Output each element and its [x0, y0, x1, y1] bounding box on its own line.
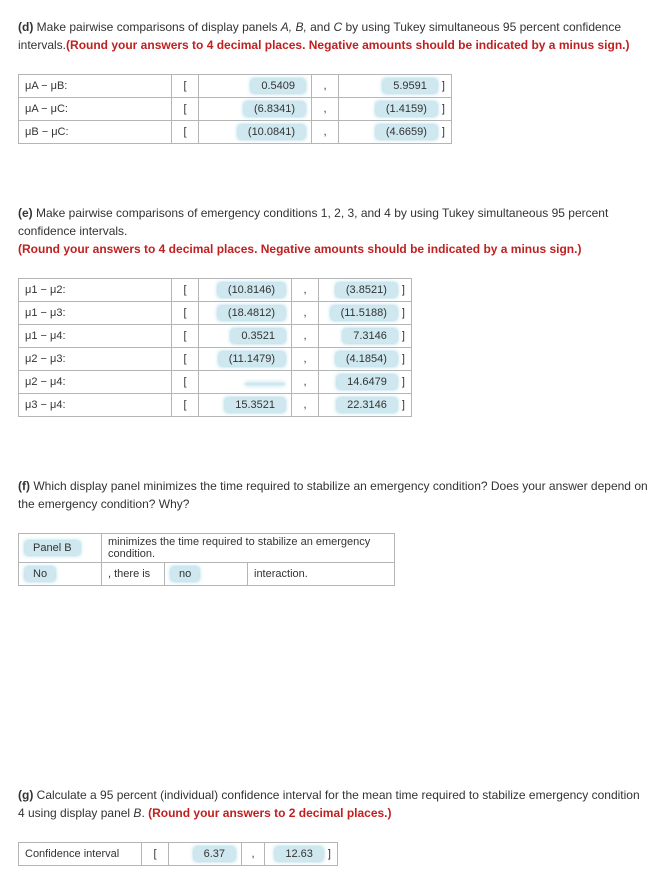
table-row: Panel B minimizes the time required to s…	[19, 534, 395, 563]
question-f-prompt: (f) Which display panel minimizes the ti…	[18, 477, 648, 513]
hi-value-cell[interactable]: (11.5188) ]	[319, 302, 412, 325]
row-label: μA − μC:	[19, 98, 172, 121]
lo-value-cell[interactable]: (10.0841)	[199, 121, 312, 144]
table-row: μA − μB: [ 0.5409 , 5.9591 ]	[19, 75, 452, 98]
interaction-select-cell[interactable]: no	[165, 563, 248, 586]
hi-value-cell[interactable]: 14.6479 ]	[319, 371, 412, 394]
part-label-f: (f)	[18, 479, 30, 493]
question-d-prompt: (d) Make pairwise comparisons of display…	[18, 18, 648, 54]
sentence-text: , there is	[102, 563, 165, 586]
open-bracket: [	[172, 371, 199, 394]
part-label-e: (e)	[18, 206, 33, 220]
open-bracket: [	[172, 279, 199, 302]
table-row: Confidence interval [ 6.37 , 12.63 ]	[19, 843, 338, 866]
part-label-g: (g)	[18, 788, 33, 802]
lo-value-cell[interactable]: 0.3521	[199, 325, 292, 348]
comma: ,	[312, 98, 339, 121]
row-label: μ1 − μ3:	[19, 302, 172, 325]
sentence-text: interaction.	[248, 563, 395, 586]
open-bracket: [	[172, 121, 199, 144]
hi-value-cell[interactable]: (3.8521) ]	[319, 279, 412, 302]
open-bracket: [	[172, 302, 199, 325]
comma: ,	[292, 279, 319, 302]
table-row: μ3 − μ4: [ 15.3521 , 22.3146 ]	[19, 394, 412, 417]
lo-value-cell[interactable]: (18.4812)	[199, 302, 292, 325]
sentence-text: minimizes the time required to stabilize…	[102, 534, 395, 563]
question-f: (f) Which display panel minimizes the ti…	[18, 477, 648, 586]
row-label: μB − μC:	[19, 121, 172, 144]
question-g-prompt: (g) Calculate a 95 percent (individual) …	[18, 786, 648, 822]
hi-value-cell[interactable]: 12.63 ]	[265, 843, 338, 866]
question-d: (d) Make pairwise comparisons of display…	[18, 18, 648, 144]
table-row: No , there is no interaction.	[19, 563, 395, 586]
lo-value-cell[interactable]: 6.37	[169, 843, 242, 866]
hi-value-cell[interactable]: (4.1854) ]	[319, 348, 412, 371]
question-e: (e) Make pairwise comparisons of emergen…	[18, 204, 648, 417]
comma: ,	[312, 121, 339, 144]
table-f: Panel B minimizes the time required to s…	[18, 533, 395, 586]
lo-value-cell[interactable]: 0.5409	[199, 75, 312, 98]
panel-select-cell[interactable]: Panel B	[19, 534, 102, 563]
open-bracket: [	[172, 75, 199, 98]
hi-value-cell[interactable]: 5.9591 ]	[339, 75, 452, 98]
comma: ,	[292, 348, 319, 371]
table-e: μ1 − μ2: [ (10.8146) , (3.8521) ] μ1 − μ…	[18, 278, 412, 417]
table-row: μ2 − μ3: [ (11.1479) , (4.1854) ]	[19, 348, 412, 371]
table-row: μ1 − μ2: [ (10.8146) , (3.8521) ]	[19, 279, 412, 302]
row-label: μA − μB:	[19, 75, 172, 98]
table-d: μA − μB: [ 0.5409 , 5.9591 ] μA − μC: [ …	[18, 74, 452, 144]
comma: ,	[292, 371, 319, 394]
open-bracket: [	[172, 325, 199, 348]
comma: ,	[292, 302, 319, 325]
question-g: (g) Calculate a 95 percent (individual) …	[18, 786, 648, 866]
hi-value-cell[interactable]: (1.4159) ]	[339, 98, 452, 121]
comma: ,	[292, 394, 319, 417]
hi-value-cell[interactable]: 22.3146 ]	[319, 394, 412, 417]
hi-value-cell[interactable]: (4.6659) ]	[339, 121, 452, 144]
table-row: μA − μC: [ (6.8341) , (1.4159) ]	[19, 98, 452, 121]
row-label: μ1 − μ2:	[19, 279, 172, 302]
table-g: Confidence interval [ 6.37 , 12.63 ]	[18, 842, 338, 866]
row-label: Confidence interval	[19, 843, 142, 866]
lo-value-cell[interactable]: 15.3521	[199, 394, 292, 417]
open-bracket: [	[172, 348, 199, 371]
row-label: μ3 − μ4:	[19, 394, 172, 417]
open-bracket: [	[172, 98, 199, 121]
part-label-d: (d)	[18, 20, 33, 34]
lo-value-cell[interactable]: (11.1479)	[199, 348, 292, 371]
table-row: μ1 − μ3: [ (18.4812) , (11.5188) ]	[19, 302, 412, 325]
table-row: μ2 − μ4: [ , 14.6479 ]	[19, 371, 412, 394]
lo-value-cell[interactable]: (10.8146)	[199, 279, 292, 302]
comma: ,	[312, 75, 339, 98]
row-label: μ1 − μ4:	[19, 325, 172, 348]
row-label: μ2 − μ3:	[19, 348, 172, 371]
question-e-prompt: (e) Make pairwise comparisons of emergen…	[18, 204, 648, 258]
table-row: μ1 − μ4: [ 0.3521 , 7.3146 ]	[19, 325, 412, 348]
hi-value-cell[interactable]: 7.3146 ]	[319, 325, 412, 348]
lo-value-cell[interactable]	[199, 371, 292, 394]
open-bracket: [	[172, 394, 199, 417]
comma: ,	[292, 325, 319, 348]
depends-select-cell[interactable]: No	[19, 563, 102, 586]
row-label: μ2 − μ4:	[19, 371, 172, 394]
lo-value-cell[interactable]: (6.8341)	[199, 98, 312, 121]
table-row: μB − μC: [ (10.0841) , (4.6659) ]	[19, 121, 452, 144]
open-bracket: [	[142, 843, 169, 866]
comma: ,	[242, 843, 265, 866]
